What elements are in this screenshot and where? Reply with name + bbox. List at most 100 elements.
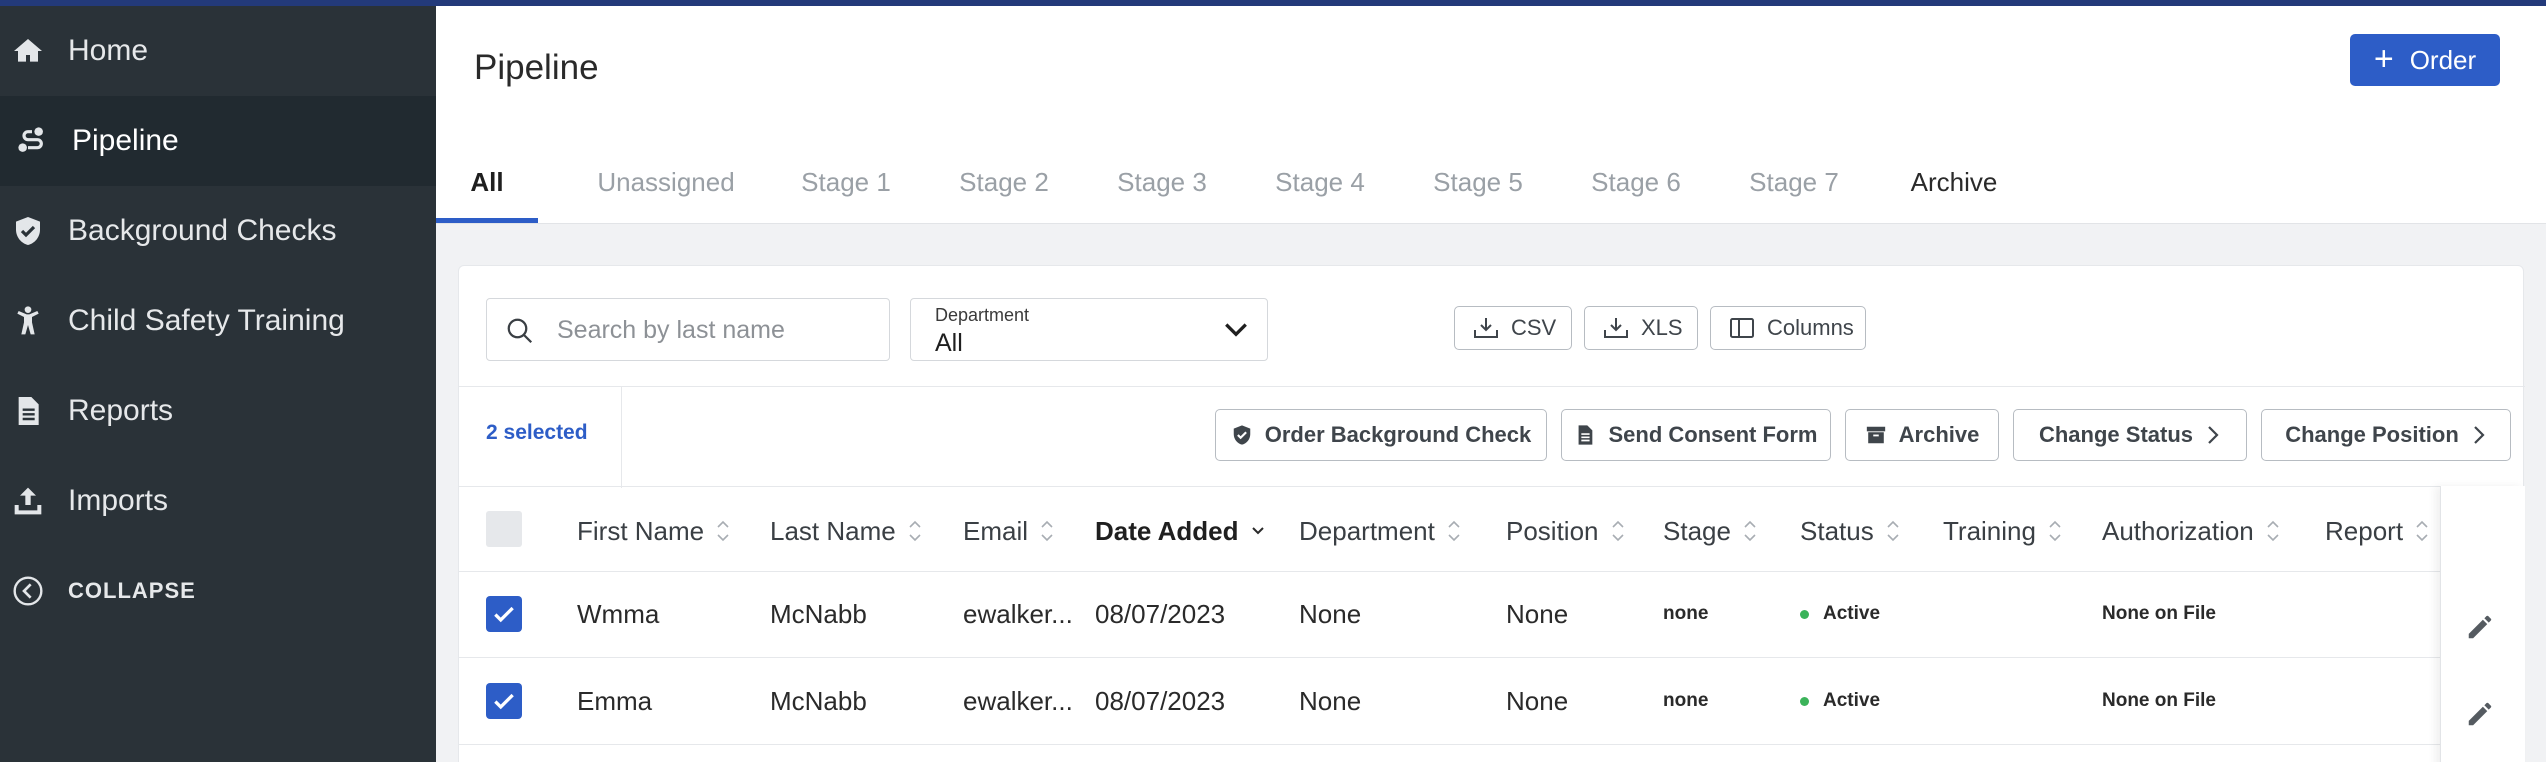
column-header-last-name[interactable]: Last Name [770, 506, 922, 556]
cell-last-name: McNabb [770, 598, 867, 629]
tab-archive[interactable]: Archive [1874, 140, 2034, 224]
divider [459, 571, 2525, 572]
cell-authorization: None on File [2102, 690, 2216, 711]
cell-last-name: McNabb [770, 685, 867, 716]
tab-stage-5[interactable]: Stage 5 [1398, 140, 1558, 224]
divider [621, 386, 622, 488]
column-header-label: Stage [1663, 515, 1731, 546]
sidebar-item-imports[interactable]: Imports [0, 456, 436, 546]
shield-check-icon [1233, 425, 1250, 445]
sort-icon [2416, 520, 2428, 542]
sidebar-item-label: Pipeline [72, 124, 179, 157]
sidebar-item-label: Reports [68, 394, 174, 427]
xls-label: XLS [1641, 315, 1683, 340]
row-checkbox[interactable] [486, 596, 522, 632]
cell-status: Active [1800, 681, 1880, 721]
row-checkbox[interactable] [486, 683, 522, 719]
xls-export-button[interactable]: XLS [1584, 306, 1698, 350]
column-header-label: Report [2325, 515, 2404, 546]
sidebar-item-background-checks[interactable]: Background Checks [0, 186, 436, 276]
tab-stage-2[interactable]: Stage 2 [926, 140, 1082, 224]
pencil-edit-icon[interactable] [2465, 612, 2495, 642]
column-header-email[interactable]: Email [963, 506, 1054, 556]
column-header-training[interactable]: Training [1943, 506, 2062, 556]
pencil-edit-icon[interactable] [2465, 699, 2495, 729]
sidebar-item-pipeline[interactable]: Pipeline [0, 96, 436, 186]
upload-icon [10, 483, 46, 519]
column-header-date-added[interactable]: Date Added [1095, 506, 1265, 556]
sidebar-collapse-button[interactable]: COLLAPSE [0, 546, 436, 636]
cell-status: Active [1800, 594, 1880, 634]
sidebar-item-child-safety-training[interactable]: Child Safety Training [0, 276, 436, 366]
sidebar-item-home[interactable]: Home [0, 6, 436, 96]
archive-button[interactable]: Archive [1845, 409, 1999, 461]
download-icon [1474, 318, 1498, 338]
sidebar-item-label: COLLAPSE [68, 578, 196, 603]
department-select[interactable]: Department All [910, 298, 1268, 361]
columns-label: Columns [1767, 315, 1854, 340]
cell-email: ewalker... [963, 685, 1073, 716]
active-tab-indicator [436, 218, 538, 223]
sort-icon [2049, 520, 2061, 542]
tab-all[interactable]: All [436, 140, 538, 224]
selected-count: 2 selected [486, 421, 588, 444]
change-status-label: Change Status [2038, 422, 2194, 447]
sort-icon [909, 520, 921, 542]
chevron-left-circle-icon [10, 573, 46, 609]
cell-stage: none [1663, 603, 1709, 624]
tab-stage-3[interactable]: Stage 3 [1082, 140, 1242, 224]
chevron-down-icon [1225, 323, 1247, 337]
column-header-label: Last Name [770, 515, 896, 546]
tab-stage-6[interactable]: Stage 6 [1558, 140, 1714, 224]
column-header-label: Date Added [1095, 515, 1239, 546]
sidebar-item-reports[interactable]: Reports [0, 366, 436, 456]
sort-icon [717, 520, 729, 542]
send-consent-form-button[interactable]: Send Consent Form [1561, 409, 1831, 461]
column-header-stage[interactable]: Stage [1663, 506, 1757, 556]
cell-department: None [1299, 598, 1362, 629]
pipeline-card: Department All CSV XLS Columns 2 selecte… [458, 265, 2525, 762]
change-position-button[interactable]: Change Position [2261, 409, 2511, 461]
search-input[interactable] [557, 309, 877, 351]
tab-stage-1[interactable]: Stage 1 [766, 140, 926, 224]
csv-export-button[interactable]: CSV [1454, 306, 1572, 350]
column-header-label: Authorization [2102, 515, 2254, 546]
send-consent-form-label: Send Consent Form [1608, 422, 1818, 447]
tab-unassigned[interactable]: Unassigned [566, 140, 766, 224]
columns-icon [1730, 318, 1754, 338]
order-background-check-button[interactable]: Order Background Check [1215, 409, 1547, 461]
plus-icon: + [2373, 39, 2394, 78]
column-header-first-name[interactable]: First Name [577, 506, 730, 556]
select-all-checkbox[interactable] [486, 511, 522, 547]
order-background-check-label: Order Background Check [1264, 422, 1532, 447]
page-header: Pipeline + Order All Unassigned Stage 1 … [436, 6, 2546, 224]
page-title: Pipeline [474, 48, 599, 87]
cell-date-added: 08/07/2023 [1095, 685, 1226, 716]
column-header-department[interactable]: Department [1299, 506, 1461, 556]
column-header-label: Position [1506, 515, 1599, 546]
column-header-authorization[interactable]: Authorization [2102, 506, 2280, 556]
column-header-report[interactable]: Report [2325, 506, 2429, 556]
download-icon [1604, 318, 1628, 338]
column-header-label: Department [1299, 515, 1435, 546]
home-icon [10, 33, 46, 69]
shield-check-icon [10, 213, 46, 249]
order-button[interactable]: + Order [2350, 34, 2500, 86]
chevron-right-icon [2474, 426, 2485, 444]
change-status-button[interactable]: Change Status [2013, 409, 2247, 461]
sort-icon [1887, 520, 1899, 542]
columns-button[interactable]: Columns [1710, 306, 1866, 350]
chevron-right-icon [2208, 426, 2219, 444]
tab-stage-4[interactable]: Stage 4 [1242, 140, 1398, 224]
child-icon [10, 303, 46, 339]
column-header-position[interactable]: Position [1506, 506, 1625, 556]
column-header-status[interactable]: Status [1800, 506, 1900, 556]
cell-position: None [1506, 685, 1569, 716]
department-value: All [935, 329, 963, 357]
document-icon [1579, 425, 1593, 445]
status-label: Active [1823, 603, 1881, 624]
document-icon [10, 393, 46, 429]
tab-stage-7[interactable]: Stage 7 [1714, 140, 1874, 224]
sort-icon [1744, 520, 1756, 542]
cell-stage: none [1663, 690, 1709, 711]
